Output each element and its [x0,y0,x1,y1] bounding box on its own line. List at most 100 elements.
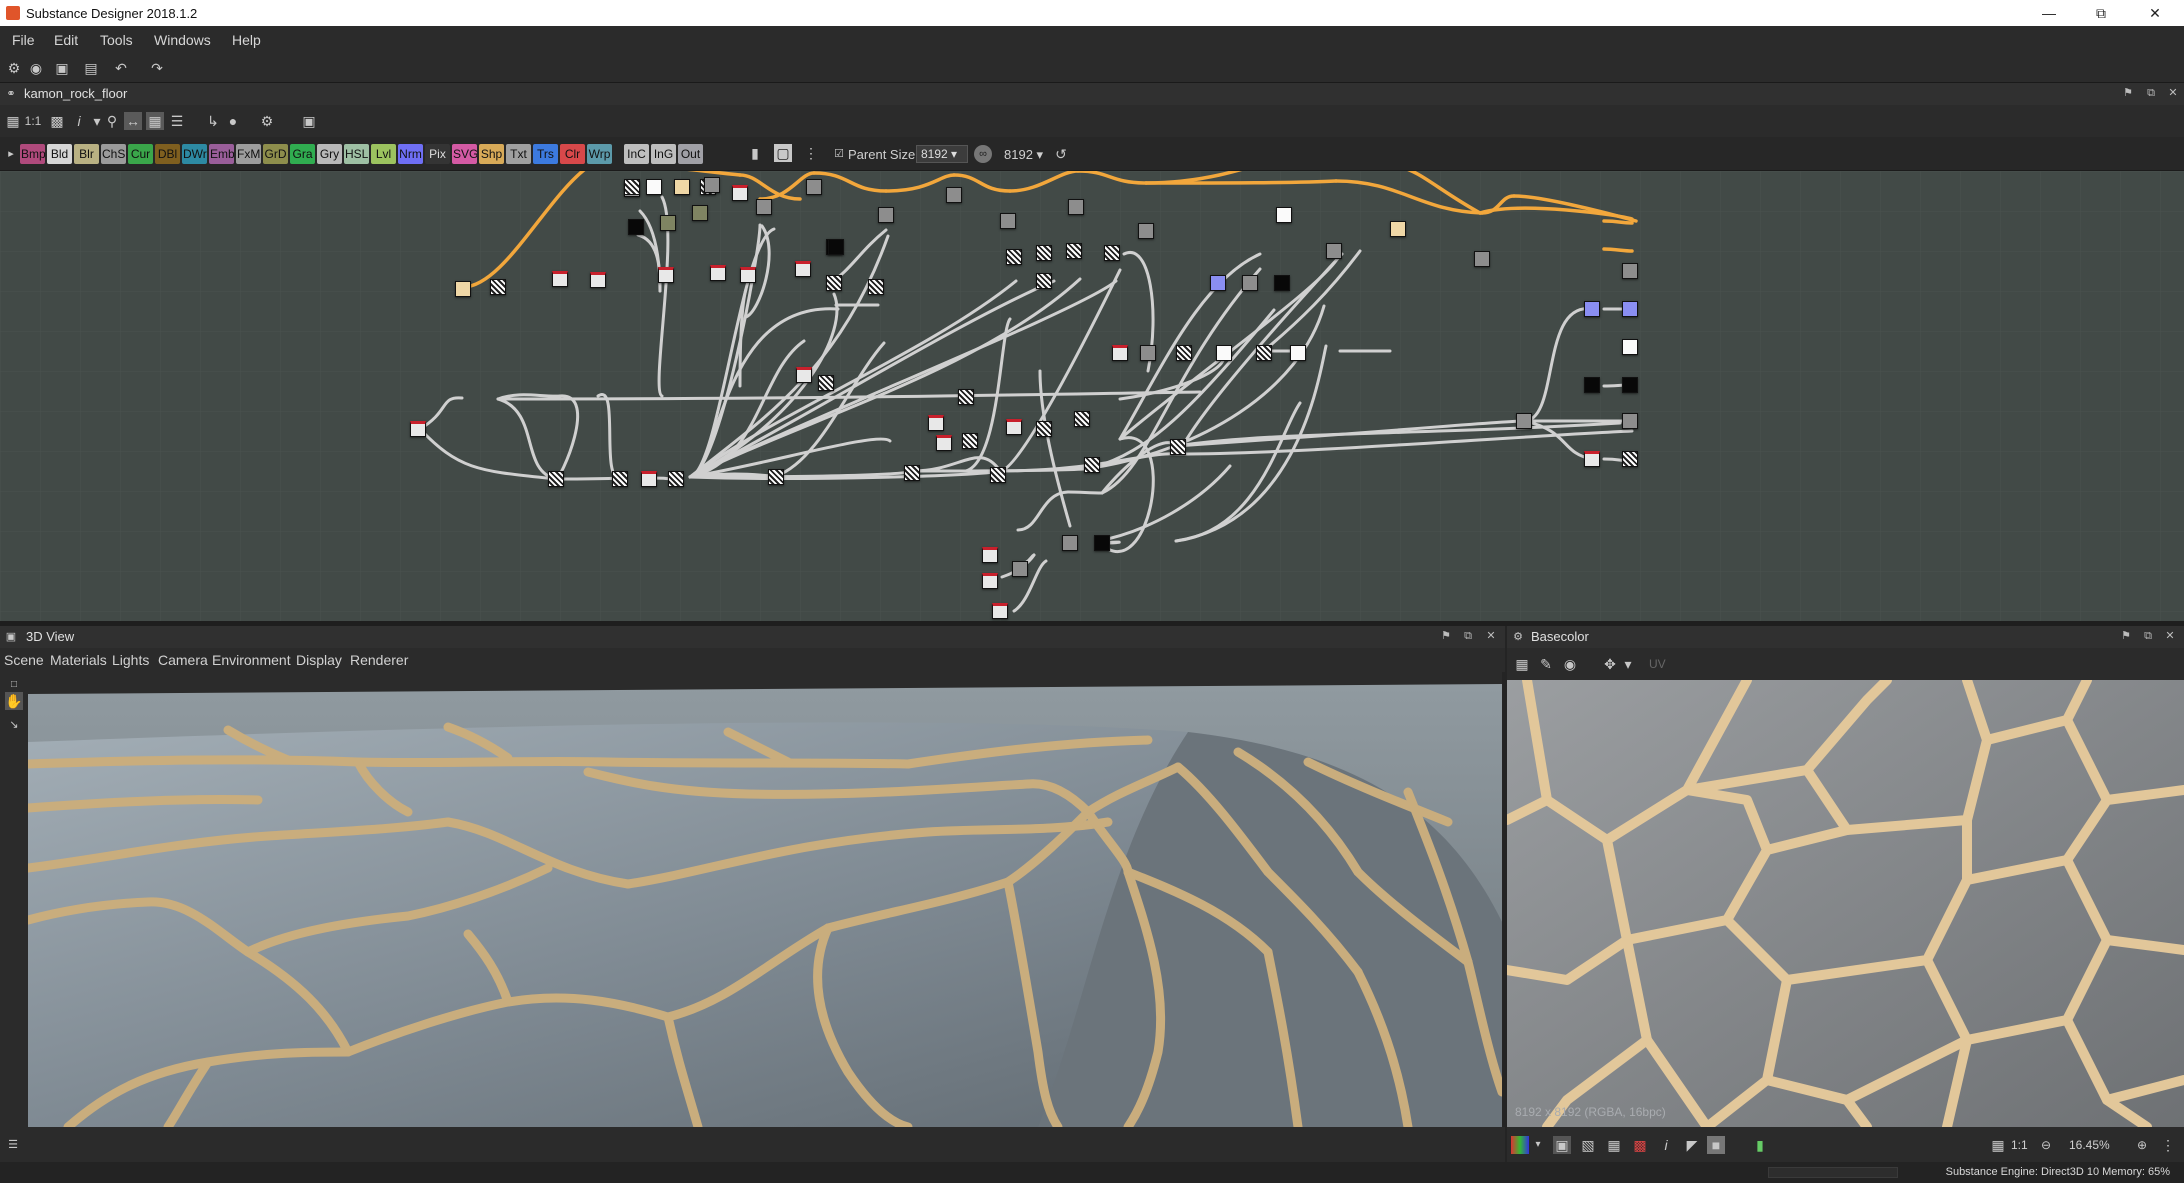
menu-scene[interactable]: Scene [4,652,44,668]
light-tool-icon[interactable]: ↘ [5,716,23,734]
graph-node[interactable] [704,177,720,193]
frame-icon[interactable]: ▩ [48,112,66,130]
size-value[interactable]: 8192 ▾ [1004,147,1043,163]
graph-node[interactable] [1074,411,1090,427]
graph-node[interactable] [1068,199,1084,215]
filter-chip-trs[interactable]: Trs [533,144,558,164]
graph-node[interactable] [740,267,756,283]
graph-node[interactable] [1326,243,1342,259]
graph-node[interactable] [992,603,1008,619]
graph-node[interactable] [1012,561,1028,577]
graph-node[interactable] [1256,345,1272,361]
comment-icon[interactable]: ▮ [746,144,764,162]
filter-chip-shp[interactable]: Shp [479,144,504,164]
graph-node[interactable] [1622,339,1638,355]
menu-renderer[interactable]: Renderer [350,652,408,668]
graph-node[interactable] [768,469,784,485]
2d-view-title[interactable]: Basecolor [1531,629,1589,644]
filter-chip-dbl[interactable]: DBl [155,144,180,164]
graph-node[interactable] [868,279,884,295]
graph-node[interactable] [1176,345,1192,361]
graph-node[interactable] [946,187,962,203]
menu-help[interactable]: Help [232,32,261,48]
info-icon[interactable]: i [1657,1136,1675,1154]
tiling-icon[interactable]: ▦ [1605,1136,1623,1154]
graph-node[interactable] [1036,273,1052,289]
filter-chip-grd[interactable]: GrD [263,144,288,164]
channels-icon[interactable] [1511,1136,1529,1154]
graph-node[interactable] [1276,207,1292,223]
graph-node[interactable] [1290,345,1306,361]
graph-node[interactable] [1036,245,1052,261]
graph-node[interactable] [1138,223,1154,239]
dropdown-icon[interactable]: ▾ [1619,655,1637,673]
zoom-out-icon[interactable]: ⊖ [2037,1136,2055,1154]
graph-node[interactable] [455,281,471,297]
graph-node[interactable] [1584,377,1600,393]
filter-chip-bmp[interactable]: Bmp [20,144,45,164]
graph-node[interactable] [612,471,628,487]
graph-node[interactable] [1140,345,1156,361]
alpha-icon[interactable]: ▣ [1553,1136,1571,1154]
gradient-icon[interactable]: ▧ [1579,1136,1597,1154]
filter-chip-gry[interactable]: Gry [317,144,342,164]
filter-chip-cur[interactable]: Cur [128,144,153,164]
graph-node[interactable] [1210,275,1226,291]
transform-icon[interactable]: ✥ [1601,655,1619,673]
graph-node[interactable] [818,375,834,391]
filter-chip-nrm[interactable]: Nrm [398,144,423,164]
restore-button[interactable]: ⧉ [2078,0,2124,26]
filter-chip-dwr[interactable]: DWr [182,144,207,164]
graph-node[interactable] [658,267,674,283]
float-icon[interactable]: ⧉ [2143,85,2159,101]
close-panel-icon[interactable]: ✕ [1483,628,1499,644]
graph-node[interactable] [796,367,812,383]
node-layout-icon[interactable]: ↔ [124,112,142,130]
parent-size-checkbox[interactable]: ☑ [830,145,848,163]
filter-chip-ing[interactable]: InG [651,144,676,164]
settings-icon[interactable]: ⚙ [258,112,276,130]
pin-node-icon[interactable]: ⋮ [802,144,820,162]
filter-chip-emb[interactable]: Emb [209,144,234,164]
graph-node[interactable] [590,272,606,288]
snap-icon[interactable]: ● [224,112,242,130]
link-style-icon[interactable]: ↳ [204,112,222,130]
fit-view-icon[interactable]: ▦ [4,112,22,130]
info-icon[interactable]: i [70,112,88,130]
menu-edit[interactable]: Edit [54,32,78,48]
tree-icon[interactable]: ☰ [4,1136,22,1154]
graph-node[interactable] [990,467,1006,483]
graph-node[interactable] [1622,413,1638,429]
graph-node[interactable] [1066,243,1082,259]
menu-tools[interactable]: Tools [100,32,133,48]
color-picker-icon[interactable]: ▮ [1751,1136,1769,1154]
close-button[interactable]: ✕ [2132,0,2178,26]
minimize-button[interactable]: — [2026,0,2072,26]
zoom-in-icon[interactable]: ⊕ [2133,1136,2151,1154]
graph-node[interactable] [958,389,974,405]
menu-file[interactable]: File [12,32,35,48]
graph-node[interactable] [1094,535,1110,551]
edit-icon[interactable]: ✎ [1537,655,1555,673]
pin-icon[interactable]: ⚑ [1438,628,1454,644]
graph-node[interactable] [1000,213,1016,229]
graph-node[interactable] [1084,457,1100,473]
graph-node[interactable] [1622,301,1638,317]
filter-chip-gra[interactable]: Gra [290,144,315,164]
graph-node[interactable] [1584,301,1600,317]
filter-chip-pix[interactable]: Pix [425,144,450,164]
graph-node[interactable] [1036,421,1052,437]
align-icon[interactable]: ☰ [168,112,186,130]
filter-chip-svg[interactable]: SVG [452,144,477,164]
graph-node[interactable] [624,179,640,195]
graph-node[interactable] [795,261,811,277]
graph-node[interactable] [628,219,644,235]
filter-chip-txt[interactable]: Txt [506,144,531,164]
3d-view-title[interactable]: 3D View [26,629,74,644]
graph-node[interactable] [904,465,920,481]
graph-node[interactable] [1112,345,1128,361]
bar-options-icon[interactable]: ▸ [2,145,20,163]
filter-chip-wrp[interactable]: Wrp [587,144,612,164]
pin-icon[interactable]: ⚑ [2120,85,2136,101]
filter-chip-lvl[interactable]: Lvl [371,144,396,164]
